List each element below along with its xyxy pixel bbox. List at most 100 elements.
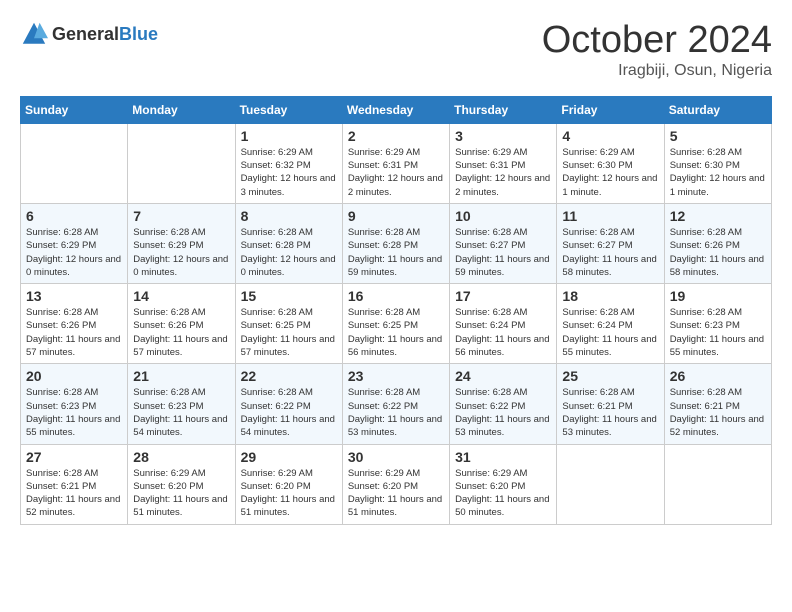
cell-details: Sunrise: 6:28 AMSunset: 6:26 PMDaylight:… [26,306,122,359]
cell-details: Sunrise: 6:28 AMSunset: 6:25 PMDaylight:… [348,306,444,359]
calendar-cell: 27 Sunrise: 6:28 AMSunset: 6:21 PMDayligh… [21,444,128,524]
calendar-cell: 15Sunrise: 6:28 AMSunset: 6:25 PMDayligh… [235,284,342,364]
cell-details: Sunrise: 6:28 AMSunset: 6:30 PMDaylight:… [670,146,766,199]
cell-details: Sunrise: 6:28 AMSunset: 6:29 PMDaylight:… [26,226,122,279]
calendar-cell [557,444,664,524]
cell-details: Sunrise: 6:29 AMSunset: 6:32 PMDaylight:… [241,146,337,199]
weekday-header-row: SundayMondayTuesdayWednesdayThursdayFrid… [21,96,772,123]
day-number: 18 [562,288,658,304]
cell-details: Sunrise: 6:29 AMSunset: 6:20 PMDaylight:… [455,467,551,520]
day-number: 19 [670,288,766,304]
calendar-cell: 16 Sunrise: 6:28 AMSunset: 6:25 PMDayligh… [342,284,449,364]
day-number: 15 [241,288,337,304]
logo: GeneralBlue [20,20,158,48]
calendar-week-row: 20Sunrise: 6:28 AMSunset: 6:23 PMDayligh… [21,364,772,444]
weekday-header-monday: Monday [128,96,235,123]
calendar-cell: 12 Sunrise: 6:28 AMSunset: 6:26 PMDayligh… [664,203,771,283]
cell-details: Sunrise: 6:28 AMSunset: 6:29 PMDaylight:… [133,226,229,279]
calendar-cell: 3 Sunrise: 6:29 AMSunset: 6:31 PMDaylight… [450,123,557,203]
cell-details: Sunrise: 6:28 AMSunset: 6:26 PMDaylight:… [670,226,766,279]
calendar-cell: 25Sunrise: 6:28 AMSunset: 6:21 PMDayligh… [557,364,664,444]
calendar-cell: 6 Sunrise: 6:28 AMSunset: 6:29 PMDaylight… [21,203,128,283]
calendar-cell: 20Sunrise: 6:28 AMSunset: 6:23 PMDayligh… [21,364,128,444]
weekday-header-thursday: Thursday [450,96,557,123]
calendar-cell [21,123,128,203]
page-header: GeneralBlue October 2024 Iragbiji, Osun,… [20,20,772,80]
calendar-cell: 2 Sunrise: 6:29 AMSunset: 6:31 PMDaylight… [342,123,449,203]
day-number: 6 [26,208,122,224]
day-number: 10 [455,208,551,224]
cell-details: Sunrise: 6:28 AMSunset: 6:26 PMDaylight:… [133,306,229,359]
cell-details: Sunrise: 6:28 AMSunset: 6:24 PMDaylight:… [562,306,658,359]
weekday-header-friday: Friday [557,96,664,123]
calendar-cell: 13 Sunrise: 6:28 AMSunset: 6:26 PMDayligh… [21,284,128,364]
day-number: 2 [348,128,444,144]
location-title: Iragbiji, Osun, Nigeria [542,62,772,80]
month-title: October 2024 [542,20,772,62]
calendar-week-row: 1 Sunrise: 6:29 AMSunset: 6:32 PMDaylight… [21,123,772,203]
cell-details: Sunrise: 6:28 AMSunset: 6:22 PMDaylight:… [348,386,444,439]
cell-details: Sunrise: 6:29 AMSunset: 6:20 PMDaylight:… [348,467,444,520]
calendar-cell: 4Sunrise: 6:29 AMSunset: 6:30 PMDaylight… [557,123,664,203]
cell-details: Sunrise: 6:28 AMSunset: 6:22 PMDaylight:… [241,386,337,439]
cell-details: Sunrise: 6:29 AMSunset: 6:20 PMDaylight:… [133,467,229,520]
day-number: 1 [241,128,337,144]
day-number: 27 [26,449,122,465]
calendar-week-row: 6 Sunrise: 6:28 AMSunset: 6:29 PMDaylight… [21,203,772,283]
day-number: 28 [133,449,229,465]
calendar-cell: 7 Sunrise: 6:28 AMSunset: 6:29 PMDaylight… [128,203,235,283]
cell-details: Sunrise: 6:29 AMSunset: 6:30 PMDaylight:… [562,146,658,199]
calendar-cell [128,123,235,203]
cell-details: Sunrise: 6:28 AMSunset: 6:27 PMDaylight:… [562,226,658,279]
weekday-header-tuesday: Tuesday [235,96,342,123]
day-number: 14 [133,288,229,304]
calendar-cell: 8 Sunrise: 6:28 AMSunset: 6:28 PMDaylight… [235,203,342,283]
day-number: 29 [241,449,337,465]
calendar-cell: 14 Sunrise: 6:28 AMSunset: 6:26 PMDayligh… [128,284,235,364]
day-number: 11 [562,208,658,224]
cell-details: Sunrise: 6:29 AMSunset: 6:20 PMDaylight:… [241,467,337,520]
cell-details: Sunrise: 6:28 AMSunset: 6:22 PMDaylight:… [455,386,551,439]
cell-details: Sunrise: 6:28 AMSunset: 6:23 PMDaylight:… [670,306,766,359]
calendar-cell: 10 Sunrise: 6:28 AMSunset: 6:27 PMDayligh… [450,203,557,283]
day-number: 22 [241,368,337,384]
cell-details: Sunrise: 6:28 AMSunset: 6:21 PMDaylight:… [562,386,658,439]
cell-details: Sunrise: 6:29 AMSunset: 6:31 PMDaylight:… [455,146,551,199]
day-number: 7 [133,208,229,224]
day-number: 9 [348,208,444,224]
day-number: 12 [670,208,766,224]
calendar-cell: 1 Sunrise: 6:29 AMSunset: 6:32 PMDaylight… [235,123,342,203]
calendar-cell: 9 Sunrise: 6:28 AMSunset: 6:28 PMDaylight… [342,203,449,283]
day-number: 21 [133,368,229,384]
calendar-cell: 21Sunrise: 6:28 AMSunset: 6:23 PMDayligh… [128,364,235,444]
calendar-cell: 22 Sunrise: 6:28 AMSunset: 6:22 PMDayligh… [235,364,342,444]
day-number: 31 [455,449,551,465]
cell-details: Sunrise: 6:28 AMSunset: 6:27 PMDaylight:… [455,226,551,279]
day-number: 26 [670,368,766,384]
day-number: 24 [455,368,551,384]
calendar-table: SundayMondayTuesdayWednesdayThursdayFrid… [20,96,772,525]
calendar-cell: 19 Sunrise: 6:28 AMSunset: 6:23 PMDayligh… [664,284,771,364]
weekday-header-wednesday: Wednesday [342,96,449,123]
day-number: 16 [348,288,444,304]
calendar-cell: 30 Sunrise: 6:29 AMSunset: 6:20 PMDayligh… [342,444,449,524]
calendar-cell: 23Sunrise: 6:28 AMSunset: 6:22 PMDayligh… [342,364,449,444]
calendar-week-row: 27 Sunrise: 6:28 AMSunset: 6:21 PMDayligh… [21,444,772,524]
day-number: 3 [455,128,551,144]
cell-details: Sunrise: 6:28 AMSunset: 6:21 PMDaylight:… [26,467,122,520]
calendar-week-row: 13 Sunrise: 6:28 AMSunset: 6:26 PMDayligh… [21,284,772,364]
calendar-cell: 17 Sunrise: 6:28 AMSunset: 6:24 PMDayligh… [450,284,557,364]
calendar-cell: 11 Sunrise: 6:28 AMSunset: 6:27 PMDayligh… [557,203,664,283]
day-number: 8 [241,208,337,224]
logo-icon [20,20,48,48]
cell-details: Sunrise: 6:28 AMSunset: 6:28 PMDaylight:… [348,226,444,279]
day-number: 17 [455,288,551,304]
cell-details: Sunrise: 6:28 AMSunset: 6:24 PMDaylight:… [455,306,551,359]
cell-details: Sunrise: 6:29 AMSunset: 6:31 PMDaylight:… [348,146,444,199]
calendar-cell: 26 Sunrise: 6:28 AMSunset: 6:21 PMDayligh… [664,364,771,444]
day-number: 30 [348,449,444,465]
day-number: 13 [26,288,122,304]
cell-details: Sunrise: 6:28 AMSunset: 6:21 PMDaylight:… [670,386,766,439]
cell-details: Sunrise: 6:28 AMSunset: 6:28 PMDaylight:… [241,226,337,279]
calendar-cell: 5Sunrise: 6:28 AMSunset: 6:30 PMDaylight… [664,123,771,203]
